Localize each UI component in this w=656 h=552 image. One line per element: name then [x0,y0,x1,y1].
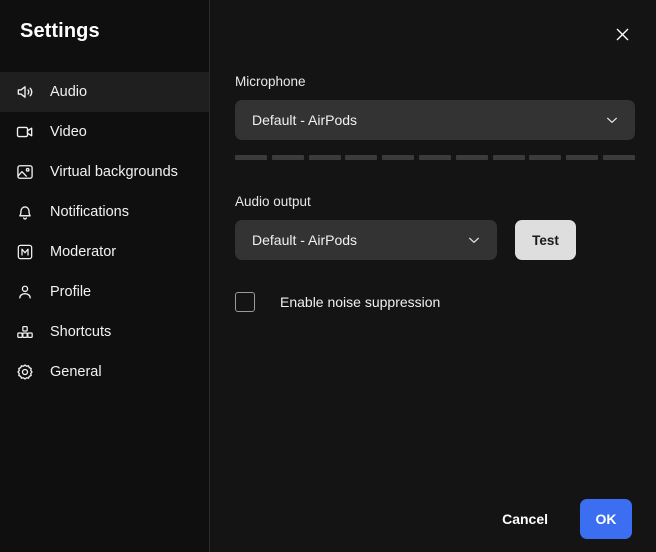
microphone-level-meter [235,155,635,160]
chevron-down-icon [465,231,483,249]
sidebar-item-moderator[interactable]: Moderator [0,232,209,272]
bell-icon [14,201,36,223]
noise-suppression-checkbox[interactable] [235,292,255,312]
sidebar-item-notifications[interactable]: Notifications [0,192,209,232]
close-icon[interactable] [600,12,644,56]
audio-output-label: Audio output [235,194,311,209]
sidebar-item-label: Virtual backgrounds [50,164,178,180]
sidebar-nav: Audio Video Virtual backgrounds Notifica… [0,72,209,392]
level-segment [345,155,378,160]
sidebar-item-label: Audio [50,84,88,100]
sidebar-item-label: Moderator [50,244,117,260]
sidebar-item-label: Video [50,124,87,140]
audio-output-select[interactable]: Default - AirPods [235,220,497,260]
level-segment [382,155,415,160]
level-segment [529,155,562,160]
level-segment [271,155,304,160]
level-segment [492,155,525,160]
sidebar-item-label: Profile [50,284,92,300]
level-segment [235,155,267,160]
cancel-button[interactable]: Cancel [488,499,562,539]
sidebar-item-shortcuts[interactable]: Shortcuts [0,312,209,352]
moderator-m-icon [14,241,36,263]
microphone-select[interactable]: Default - AirPods [235,100,635,140]
video-camera-icon [14,121,36,143]
image-icon [14,161,36,183]
settings-dialog: Settings Audio Video Virtual backgrounds… [0,0,656,552]
sidebar-item-virtual-backgrounds[interactable]: Virtual backgrounds [0,152,209,192]
main-panel: Microphone Default - AirPods Audio outpu… [210,0,656,552]
noise-suppression-label: Enable noise suppression [280,294,441,310]
sidebar-item-audio[interactable]: Audio [0,72,209,112]
level-segment [455,155,488,160]
level-segment [308,155,341,160]
sidebar-item-label: Shortcuts [50,324,112,340]
shortcuts-keys-icon [14,321,36,343]
gear-icon [14,361,36,383]
sidebar-item-profile[interactable]: Profile [0,272,209,312]
audio-output-select-value: Default - AirPods [252,232,358,248]
chevron-down-icon [603,111,621,129]
level-segment [566,155,599,160]
noise-suppression-row[interactable]: Enable noise suppression [235,292,440,312]
ok-button[interactable]: OK [580,499,632,539]
sidebar-item-label: Notifications [50,204,129,220]
microphone-select-value: Default - AirPods [252,112,358,128]
test-audio-button[interactable]: Test [515,220,576,260]
sidebar-item-label: General [50,364,102,380]
page-title: Settings [20,20,100,42]
microphone-label: Microphone [235,74,306,89]
speaker-icon [14,81,36,103]
sidebar-item-general[interactable]: General [0,352,209,392]
sidebar-item-video[interactable]: Video [0,112,209,152]
sidebar: Settings Audio Video Virtual backgrounds… [0,0,209,552]
level-segment [602,155,635,160]
level-segment [418,155,451,160]
dialog-footer: Cancel OK [210,486,656,552]
person-icon [14,281,36,303]
